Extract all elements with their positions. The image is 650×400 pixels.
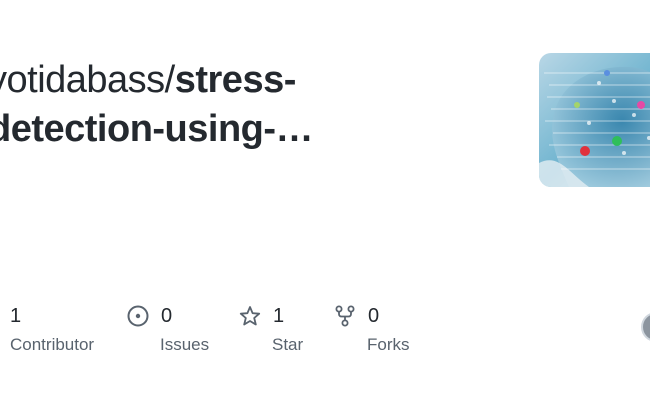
- repo-stats: 1 Contributor 0 Issues 1 Star 0 Forks: [0, 300, 650, 360]
- repo-owner: yotidabass/: [0, 59, 175, 101]
- forks-label: Forks: [367, 335, 410, 354]
- fork-icon: [334, 305, 356, 327]
- issues-count: 0: [161, 304, 173, 327]
- issues-label: Issues: [160, 335, 210, 354]
- stat-contributors[interactable]: 1 Contributor: [0, 300, 94, 355]
- repo-title-line-1: yotidabass/stress-: [0, 56, 508, 105]
- stars-label: Star: [272, 335, 304, 354]
- contributors-label: Contributor: [10, 335, 95, 354]
- repo-name-part-1: stress-: [174, 59, 297, 101]
- star-icon: [239, 305, 261, 327]
- stat-stars[interactable]: 1 Star: [239, 300, 303, 355]
- repo-preview-image: [539, 53, 650, 187]
- repo-social-card: yotidabass/stress- detection-using-… 1 C…: [0, 0, 650, 400]
- stat-issues[interactable]: 0 Issues: [127, 300, 209, 355]
- repo-title[interactable]: yotidabass/stress- detection-using-…: [0, 56, 508, 154]
- contributors-count: 1: [10, 304, 22, 327]
- stars-count: 1: [273, 304, 285, 327]
- repo-name-part-2: detection-using-…: [0, 108, 314, 150]
- stat-forks[interactable]: 0 Forks: [334, 300, 410, 355]
- forks-count: 0: [368, 304, 380, 327]
- issue-circle-icon: [127, 305, 149, 327]
